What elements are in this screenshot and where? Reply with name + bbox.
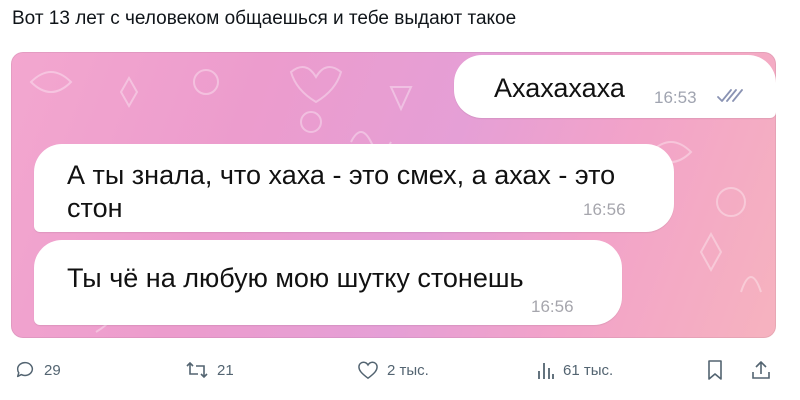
like-icon — [358, 361, 378, 380]
views-button[interactable]: 61 тыс. — [537, 355, 613, 385]
double-check-icon — [717, 89, 743, 102]
like-button[interactable]: 2 тыс. — [357, 355, 429, 385]
post-caption: Вот 13 лет с человеком общаешься и тебе … — [12, 8, 517, 29]
message-time: 16:56 — [531, 297, 574, 316]
views-count: 61 тыс. — [563, 361, 614, 379]
reply-count: 29 — [44, 361, 61, 379]
retweet-icon — [186, 361, 208, 379]
reply-icon — [16, 361, 34, 378]
post-actions-bar: 29 21 2 тыс. 61 тыс. — [0, 355, 800, 395]
message-time: 16:53 — [654, 88, 697, 107]
message-time: 16:56 — [583, 200, 626, 219]
message-text: Ахахахаха — [494, 73, 625, 103]
incoming-message-bubble: А ты знала, что хаха - это смех, а ахах … — [34, 144, 674, 232]
outgoing-message-bubble: Ахахахаха 16:53 — [454, 55, 776, 118]
retweet-button[interactable]: 21 — [185, 355, 234, 385]
reply-button[interactable]: 29 — [14, 355, 61, 385]
retweet-count: 21 — [217, 361, 234, 379]
bookmark-button[interactable] — [706, 355, 724, 385]
message-text: Ты чё на любую мою шутку стонешь — [67, 263, 524, 293]
incoming-message-bubble: Ты чё на любую мою шутку стонешь 16:56 — [34, 240, 622, 325]
share-icon — [752, 361, 770, 379]
bookmark-icon — [708, 360, 722, 380]
views-icon — [538, 363, 554, 379]
message-text: А ты знала, что хаха - это смех, а ахах … — [67, 160, 616, 223]
share-button[interactable] — [750, 355, 772, 385]
like-count: 2 тыс. — [387, 361, 429, 379]
chat-screenshot[interactable]: Ахахахаха 16:53 А ты знала, что хаха - э… — [11, 52, 776, 338]
